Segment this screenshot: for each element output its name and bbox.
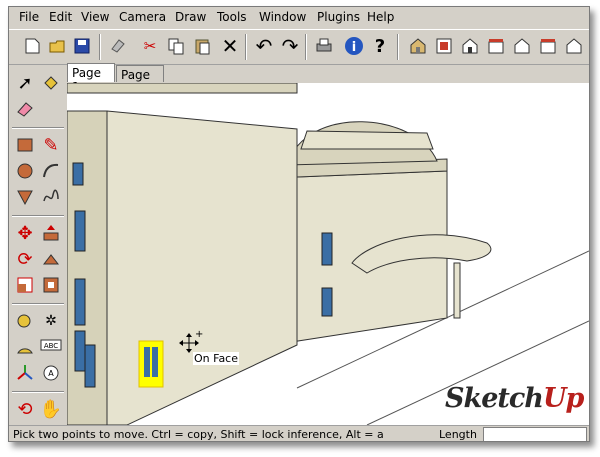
print-icon[interactable] xyxy=(313,35,335,57)
erase-icon[interactable] xyxy=(107,35,129,57)
rotate-icon[interactable]: ⟳ xyxy=(13,247,37,271)
3d-viewport[interactable]: + On Face SketchUp xyxy=(67,83,589,425)
save-icon[interactable] xyxy=(71,35,93,57)
eraser-icon[interactable] xyxy=(13,97,37,121)
menu-edit[interactable]: Edit xyxy=(49,10,72,24)
pan-icon[interactable]: ✋ xyxy=(39,397,63,421)
menu-view[interactable]: View xyxy=(81,10,109,24)
inference-tooltip: On Face xyxy=(193,352,239,365)
rectangle-icon[interactable] xyxy=(13,133,37,157)
arc-icon[interactable] xyxy=(39,159,63,183)
freehand-icon[interactable] xyxy=(39,185,63,209)
menu-plugins[interactable]: Plugins xyxy=(317,10,360,24)
back-view-icon[interactable] xyxy=(511,35,533,57)
building-model: + xyxy=(67,83,589,425)
follow-me-icon[interactable] xyxy=(39,247,63,271)
sketchup-window: File Edit View Camera Draw Tools Window … xyxy=(8,6,590,442)
move-icon[interactable]: ✥ xyxy=(13,221,37,245)
top-view-icon[interactable] xyxy=(433,35,455,57)
scale-icon[interactable] xyxy=(13,273,37,297)
copy-icon[interactable] xyxy=(165,35,187,57)
sketchup-logo: SketchUp xyxy=(445,383,584,414)
svg-text:A: A xyxy=(48,369,54,378)
tab-page-1[interactable]: Page 1 xyxy=(67,63,115,94)
front-view-icon[interactable] xyxy=(459,35,481,57)
text-icon[interactable]: ABC xyxy=(39,335,63,359)
menu-draw[interactable]: Draw xyxy=(175,10,206,24)
help-icon[interactable]: ? xyxy=(369,35,391,57)
svg-text:i: i xyxy=(352,40,356,55)
3d-text-icon[interactable]: A xyxy=(39,361,63,385)
main-toolbar: ✂ ✕ ↶ ↷ i ? xyxy=(9,29,589,65)
paste-icon[interactable] xyxy=(191,35,213,57)
new-icon[interactable] xyxy=(21,35,43,57)
menu-camera[interactable]: Camera xyxy=(119,10,166,24)
pencil-icon[interactable]: ✎ xyxy=(39,133,63,157)
menu-file[interactable]: File xyxy=(19,10,39,24)
iso-view-icon[interactable] xyxy=(407,35,429,57)
push-pull-icon[interactable] xyxy=(39,221,63,245)
model-info-icon[interactable]: i xyxy=(343,35,365,57)
delete-icon[interactable]: ✕ xyxy=(219,34,241,58)
menu-bar: File Edit View Camera Draw Tools Window … xyxy=(9,7,589,27)
house-view-icon[interactable] xyxy=(563,35,585,57)
menu-help[interactable]: Help xyxy=(367,10,394,24)
protractor-icon[interactable] xyxy=(13,335,37,359)
cut-icon[interactable]: ✂ xyxy=(139,35,161,57)
tools-toolbar: ➚ ✎ ✥ ⟳ ✲ ABC A ⟲ ✋ xyxy=(9,67,67,425)
menu-tools[interactable]: Tools xyxy=(217,10,247,24)
length-label: Length xyxy=(439,428,477,441)
svg-text:+: + xyxy=(195,329,203,340)
offset-icon[interactable] xyxy=(39,273,63,297)
right-view-icon[interactable] xyxy=(485,35,507,57)
status-bar: Pick two points to move. Ctrl = copy, Sh… xyxy=(9,425,589,441)
circle-icon[interactable] xyxy=(13,159,37,183)
left-view-icon[interactable] xyxy=(537,35,559,57)
status-hint: Pick two points to move. Ctrl = copy, Sh… xyxy=(13,428,383,441)
dimension-icon[interactable]: ✲ xyxy=(39,309,63,333)
tape-measure-icon[interactable] xyxy=(13,309,37,333)
paint-bucket-icon[interactable] xyxy=(39,71,63,95)
select-icon[interactable]: ➚ xyxy=(13,71,37,95)
undo-icon[interactable]: ↶ xyxy=(253,34,275,58)
length-input[interactable] xyxy=(483,427,587,441)
svg-text:ABC: ABC xyxy=(44,342,58,350)
menu-window[interactable]: Window xyxy=(259,10,306,24)
redo-icon[interactable]: ↷ xyxy=(279,34,301,58)
axes-icon[interactable] xyxy=(13,361,37,385)
polygon-icon[interactable] xyxy=(13,185,37,209)
orbit-icon[interactable]: ⟲ xyxy=(13,397,37,421)
open-icon[interactable] xyxy=(47,35,69,57)
tab-page-2[interactable]: Page 2 xyxy=(116,65,164,96)
